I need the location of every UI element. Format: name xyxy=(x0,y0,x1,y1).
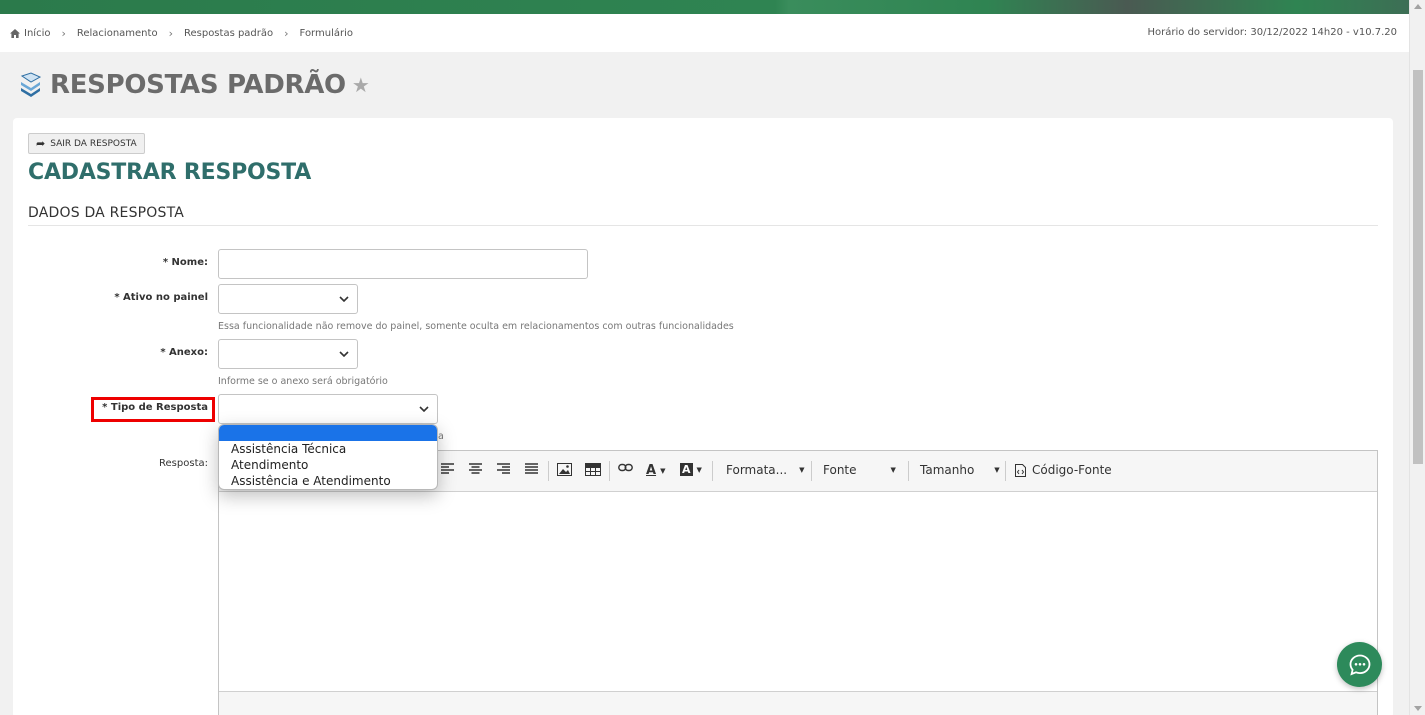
format-dropdown[interactable]: Formata... ▼ xyxy=(726,463,804,477)
link-icon[interactable] xyxy=(618,463,633,472)
anexo-label: * Anexo: xyxy=(160,347,208,358)
server-time: Horário do servidor: 30/12/2022 14h20 - … xyxy=(1147,27,1397,38)
share-arrow-icon: ➦ xyxy=(36,137,46,150)
breadcrumb-home[interactable]: Início xyxy=(10,28,50,39)
chat-bubble-icon xyxy=(1349,654,1370,675)
section-divider xyxy=(28,225,1378,226)
tipo-label-highlight xyxy=(91,397,215,422)
table-icon[interactable] xyxy=(585,463,601,476)
resposta-label: Resposta: xyxy=(159,458,208,469)
source-code-label: Código-Fonte xyxy=(1032,463,1112,477)
chevron-right-icon: › xyxy=(168,26,173,40)
nome-label: * Nome: xyxy=(162,257,208,268)
anexo-help: Informe se o anexo será obrigatório xyxy=(218,376,388,387)
chevron-down-icon xyxy=(339,351,349,357)
editor-statusbar xyxy=(219,691,1377,715)
ativo-select[interactable] xyxy=(218,284,358,314)
dropdown-option[interactable]: Assistência Técnica xyxy=(219,441,437,457)
toolbar-separator xyxy=(1005,461,1006,481)
exit-response-button[interactable]: ➦ SAIR DA RESPOSTA xyxy=(28,133,145,154)
form-title: CADASTRAR RESPOSTA xyxy=(28,160,312,185)
tipo-resposta-dropdown-list: Assistência Técnica Atendimento Assistên… xyxy=(218,424,438,490)
ativo-label: * Ativo no painel xyxy=(114,292,208,303)
top-brand-bar xyxy=(0,0,1409,14)
breadcrumb-item[interactable]: Relacionamento xyxy=(77,28,158,39)
stack-icon xyxy=(20,72,42,97)
scroll-down-icon[interactable] xyxy=(1414,706,1422,711)
chat-button[interactable] xyxy=(1337,642,1382,687)
page-scrollbar[interactable] xyxy=(1409,0,1425,715)
dropdown-option[interactable] xyxy=(219,425,437,441)
scroll-up-icon[interactable] xyxy=(1414,4,1422,9)
anexo-select[interactable] xyxy=(218,339,358,369)
chevron-down-icon xyxy=(339,296,349,302)
section-title: DADOS DA RESPOSTA xyxy=(28,205,185,221)
scrollbar-thumb[interactable] xyxy=(1413,70,1423,464)
format-label: Formata... xyxy=(726,463,788,477)
breadcrumb-item: Formulário xyxy=(299,27,353,39)
size-dropdown[interactable]: Tamanho ▼ xyxy=(920,463,1000,477)
form-card: ➦ SAIR DA RESPOSTA CADASTRAR RESPOSTA DA… xyxy=(13,118,1393,715)
exit-response-label: SAIR DA RESPOSTA xyxy=(50,138,137,149)
toolbar-separator xyxy=(908,461,909,481)
align-right-icon[interactable] xyxy=(497,463,510,474)
source-code-icon xyxy=(1015,463,1026,477)
breadcrumb-label: Início xyxy=(24,27,51,39)
chevron-right-icon: › xyxy=(61,26,66,40)
page-title: RESPOSTAS PADRÃO xyxy=(50,70,346,100)
toolbar-separator xyxy=(609,461,610,481)
tipo-resposta-select[interactable] xyxy=(218,394,438,424)
nome-input[interactable] xyxy=(218,249,588,279)
background-color-icon[interactable]: A ▼ xyxy=(680,463,702,476)
chevron-down-icon xyxy=(419,406,429,412)
ativo-help: Essa funcionalidade não remove do painel… xyxy=(218,321,734,332)
tipo-help: a xyxy=(438,431,444,442)
editor-content-area[interactable] xyxy=(219,492,1377,692)
font-label: Fonte xyxy=(823,463,857,477)
size-label: Tamanho xyxy=(920,463,975,477)
toolbar-separator xyxy=(811,461,812,481)
text-color-icon[interactable]: A ▼ xyxy=(646,463,665,478)
font-dropdown[interactable]: Fonte ▼ xyxy=(823,463,896,477)
chevron-right-icon: › xyxy=(284,26,289,40)
favorite-star-icon[interactable]: ★ xyxy=(352,73,370,97)
dropdown-option[interactable]: Assistência e Atendimento xyxy=(219,473,437,489)
toolbar-separator xyxy=(548,461,549,481)
align-left-icon[interactable] xyxy=(441,463,454,474)
home-icon xyxy=(10,28,20,38)
breadcrumb: Início › Relacionamento › Respostas padr… xyxy=(0,14,1409,52)
align-justify-icon[interactable] xyxy=(525,463,538,474)
dropdown-option[interactable]: Atendimento xyxy=(219,457,437,473)
source-code-button[interactable]: Código-Fonte xyxy=(1015,463,1112,477)
breadcrumb-item[interactable]: Respostas padrão xyxy=(184,28,273,39)
toolbar-separator xyxy=(712,461,713,481)
page-header: RESPOSTAS PADRÃO ★ xyxy=(18,70,370,100)
align-center-icon[interactable] xyxy=(469,463,482,474)
image-icon[interactable] xyxy=(557,463,572,476)
